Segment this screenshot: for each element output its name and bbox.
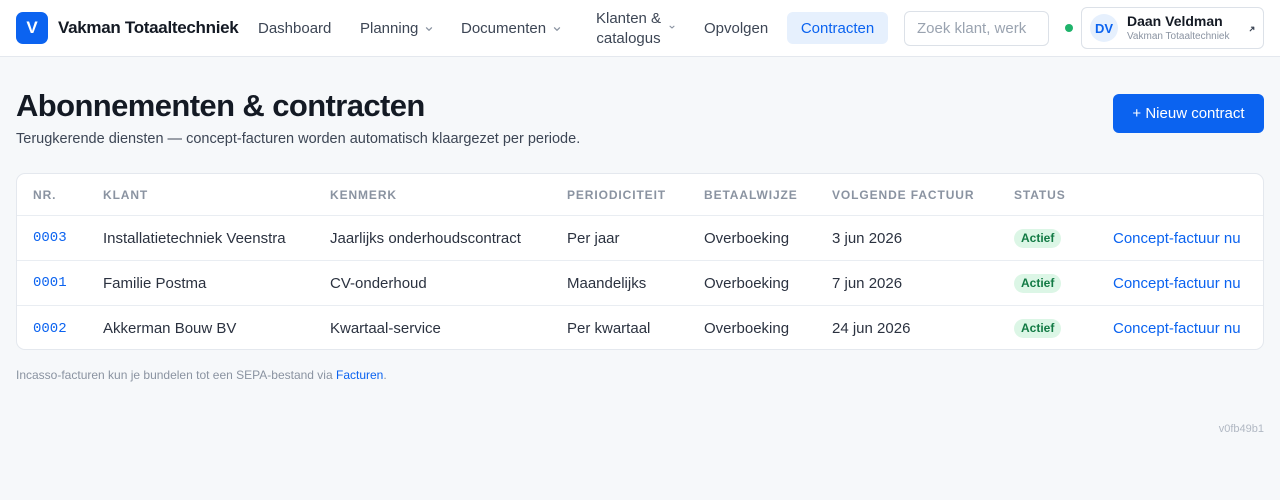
status-badge: Actief [1014, 273, 1062, 293]
avatar: DV [1090, 14, 1118, 42]
nav-planning[interactable]: Planning [360, 13, 434, 44]
version-label: v0fb49b1 [1218, 423, 1264, 435]
nav-contracten[interactable]: Contracten [787, 12, 888, 44]
search-input[interactable] [904, 11, 1049, 46]
user-name: Daan Veldman [1127, 13, 1223, 29]
column-header-nr[interactable]: NR. [33, 174, 56, 215]
brand-logo[interactable]: V [16, 12, 48, 44]
footnote-suffix: . [383, 368, 387, 382]
contract-number-link[interactable]: 0001 [33, 275, 67, 291]
table-row[interactable]: 0001 Familie Postma CV-onderhoud Maandel… [17, 261, 1263, 306]
column-header-klant[interactable]: KLANT [103, 174, 148, 215]
table-header-row: NR. KLANT KENMERK PERIODICITEIT BETAALWI… [17, 174, 1263, 216]
status-badge: Actief [1014, 228, 1062, 248]
cell-kenmerk: Kwartaal-service [330, 320, 441, 337]
nav-planning-label: Planning [360, 20, 419, 37]
cell-klant: Installatietechniek Veenstra [103, 229, 286, 247]
brand-name[interactable]: Vakman Totaaltechniek [58, 18, 239, 38]
table-row[interactable]: 0003 Installatietechniek Veenstra Jaarli… [17, 216, 1263, 261]
contract-number-link[interactable]: 0002 [33, 321, 67, 337]
concept-factuur-link[interactable]: Concept-factuur nu [1113, 275, 1241, 292]
online-status-dot-icon [1065, 24, 1073, 32]
user-menu-button[interactable]: DV Daan Veldman Vakman Totaaltechniek [1081, 7, 1264, 49]
cell-periodiciteit: Per kwartaal [567, 320, 651, 337]
cell-betaalwijze: Overboeking [704, 229, 790, 247]
cell-klant: Familie Postma [103, 274, 207, 292]
status-badge: Actief [1014, 319, 1062, 338]
chevron-up-right-icon [1248, 25, 1256, 33]
nav-opvolgen[interactable]: Opvolgen [704, 13, 768, 44]
column-header-periodiciteit[interactable]: PERIODICITEIT [567, 174, 666, 215]
nav-dashboard[interactable]: Dashboard [258, 13, 331, 44]
nav-contracten-label: Contracten [800, 19, 875, 37]
column-header-kenmerk[interactable]: KENMERK [330, 174, 397, 215]
contract-number-link[interactable]: 0003 [33, 230, 67, 246]
cell-klant: Akkerman Bouw BV [103, 320, 237, 337]
nav-opvolgen-label: Opvolgen [704, 20, 769, 37]
chevron-down-icon [424, 24, 434, 34]
concept-factuur-link[interactable]: Concept-factuur nu [1113, 230, 1241, 247]
contracts-table: NR. KLANT KENMERK PERIODICITEIT BETAALWI… [16, 173, 1264, 350]
chevron-down-icon [668, 23, 676, 31]
chevron-down-icon [552, 24, 562, 34]
cell-periodiciteit: Maandelijks [567, 274, 647, 292]
cell-volgende-factuur: 3 jun 2026 [832, 229, 903, 247]
nav-documenten[interactable]: Documenten [461, 13, 562, 44]
page-title: Abonnementen & contracten [16, 88, 425, 123]
cell-betaalwijze: Overboeking [704, 274, 790, 292]
facturen-link[interactable]: Facturen [336, 368, 383, 382]
nav-dashboard-label: Dashboard [258, 20, 332, 37]
table-row[interactable]: 0002 Akkerman Bouw BV Kwartaal-service P… [17, 306, 1263, 349]
top-navigation: V Vakman Totaaltechniek Dashboard Planni… [0, 0, 1280, 57]
new-contract-button[interactable]: + Nieuw contract [1113, 94, 1264, 133]
cell-volgende-factuur: 7 jun 2026 [832, 274, 903, 292]
user-organization: Vakman Totaaltechniek [1127, 31, 1230, 42]
sepa-footnote: Incasso-facturen kun je bundelen tot een… [16, 368, 387, 382]
cell-kenmerk: Jaarlijks onderhoudscontract [330, 229, 521, 247]
nav-documenten-label: Documenten [461, 20, 547, 37]
column-header-volgende-factuur[interactable]: VOLGENDE FACTUUR [832, 174, 974, 215]
cell-periodiciteit: Per jaar [567, 229, 620, 247]
page-subtitle: Terugkerende diensten — concept-facturen… [16, 131, 581, 147]
column-header-betaalwijze[interactable]: BETAALWIJZE [704, 174, 798, 215]
cell-betaalwijze: Overboeking [704, 320, 790, 337]
column-header-status[interactable]: STATUS [1014, 174, 1066, 215]
nav-klanten-label-line2: catalogus [596, 30, 661, 47]
cell-kenmerk: CV-onderhoud [330, 274, 427, 292]
cell-volgende-factuur: 24 jun 2026 [832, 320, 911, 337]
nav-klanten-catalogus[interactable]: Klanten & catalogus [596, 9, 675, 49]
concept-factuur-link[interactable]: Concept-factuur nu [1113, 320, 1241, 337]
nav-klanten-label-line1: Klanten & [596, 10, 662, 27]
footnote-text: Incasso-facturen kun je bundelen tot een… [16, 368, 336, 382]
